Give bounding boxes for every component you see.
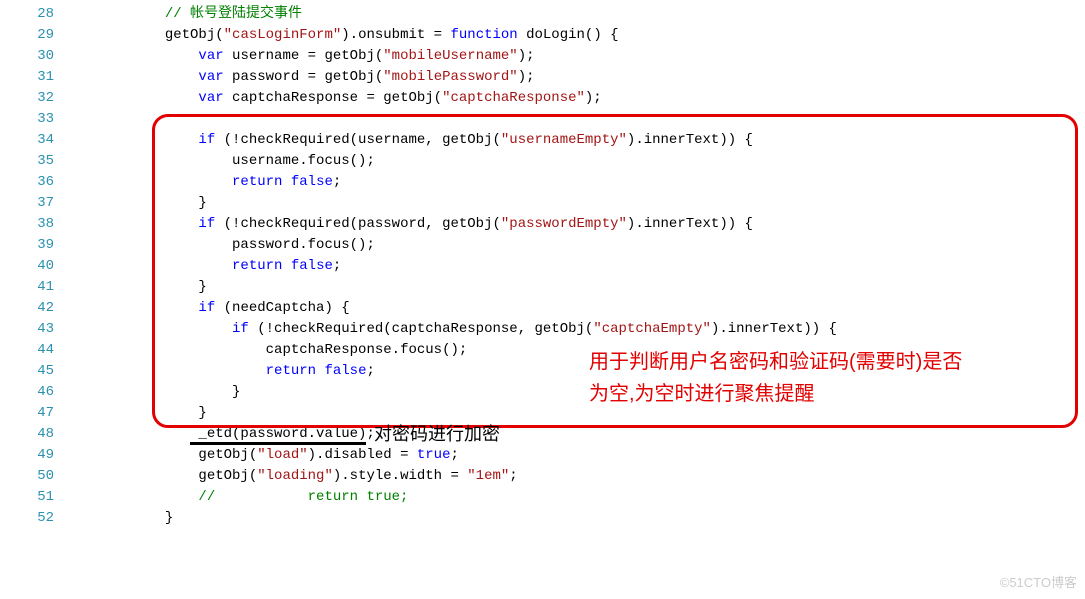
line-number: 33 (0, 109, 54, 130)
string-literal: "mobileUsername" (383, 48, 517, 64)
code-line[interactable]: if (!checkRequired(username, getObj("use… (64, 130, 1085, 151)
keyword: if (198, 216, 215, 232)
line-number: 52 (0, 508, 54, 529)
code-line[interactable]: } (64, 508, 1085, 529)
code-line[interactable]: getObj("loading").style.width = "1em"; (64, 466, 1085, 487)
line-number: 29 (0, 25, 54, 46)
string-literal: "loading" (257, 468, 333, 484)
string-literal: "mobilePassword" (383, 69, 517, 85)
code-area[interactable]: // 帐号登陆提交事件 getObj("casLoginForm").onsub… (64, 0, 1085, 599)
keyword: var (198, 48, 223, 64)
line-number: 37 (0, 193, 54, 214)
string-literal: "captchaResponse" (442, 90, 585, 106)
code-line[interactable]: getObj("casLoginForm").onsubmit = functi… (64, 25, 1085, 46)
comment: // 帐号登陆提交事件 (165, 6, 302, 22)
code-line[interactable]: return false; (64, 172, 1085, 193)
line-number: 49 (0, 445, 54, 466)
code-line[interactable]: if (!checkRequired(captchaResponse, getO… (64, 319, 1085, 340)
keyword: if (232, 321, 249, 337)
string-literal: "captchaEmpty" (593, 321, 711, 337)
string-literal: "load" (257, 447, 307, 463)
code-line[interactable]: if (!checkRequired(password, getObj("pas… (64, 214, 1085, 235)
string-literal: "1em" (467, 468, 509, 484)
line-number: 28 (0, 4, 54, 25)
code-editor[interactable]: 28 29 30 31 32 33 34 35 36 37 38 39 40 4… (0, 0, 1085, 599)
keyword: return (232, 174, 282, 190)
code-line[interactable]: username.focus(); (64, 151, 1085, 172)
code-line[interactable]: var username = getObj("mobileUsername"); (64, 46, 1085, 67)
code-line[interactable]: } (64, 193, 1085, 214)
code-line[interactable]: _etd(password.value); (64, 424, 1085, 445)
keyword: false (291, 174, 333, 190)
line-number: 30 (0, 46, 54, 67)
comment: // return true; (198, 489, 408, 505)
line-number: 39 (0, 235, 54, 256)
keyword: var (198, 69, 223, 85)
code-line[interactable]: if (needCaptcha) { (64, 298, 1085, 319)
keyword: function (450, 27, 517, 43)
code-line[interactable]: return false; (64, 256, 1085, 277)
line-number: 42 (0, 298, 54, 319)
line-number: 36 (0, 172, 54, 193)
line-number: 32 (0, 88, 54, 109)
code-line[interactable]: password.focus(); (64, 235, 1085, 256)
string-literal: "passwordEmpty" (501, 216, 627, 232)
code-line[interactable] (64, 109, 1085, 130)
line-number-gutter: 28 29 30 31 32 33 34 35 36 37 38 39 40 4… (0, 0, 64, 599)
line-number: 45 (0, 361, 54, 382)
line-number: 48 (0, 424, 54, 445)
keyword: if (198, 300, 215, 316)
line-number: 46 (0, 382, 54, 403)
line-number: 44 (0, 340, 54, 361)
line-number: 38 (0, 214, 54, 235)
line-number: 34 (0, 130, 54, 151)
code-line[interactable]: // return true; (64, 487, 1085, 508)
keyword: false (291, 258, 333, 274)
code-line[interactable]: } (64, 403, 1085, 424)
code-line[interactable]: captchaResponse.focus(); (64, 340, 1085, 361)
keyword: false (324, 363, 366, 379)
string-literal: "casLoginForm" (224, 27, 342, 43)
code-line[interactable]: // 帐号登陆提交事件 (64, 4, 1085, 25)
string-literal: "usernameEmpty" (501, 132, 627, 148)
code-line[interactable]: } (64, 382, 1085, 403)
line-number: 47 (0, 403, 54, 424)
code-line[interactable]: var captchaResponse = getObj("captchaRes… (64, 88, 1085, 109)
line-number: 41 (0, 277, 54, 298)
code-line[interactable]: getObj("load").disabled = true; (64, 445, 1085, 466)
code-line[interactable]: var password = getObj("mobilePassword"); (64, 67, 1085, 88)
code-line[interactable]: } (64, 277, 1085, 298)
line-number: 50 (0, 466, 54, 487)
line-number: 51 (0, 487, 54, 508)
keyword: true (417, 447, 451, 463)
keyword: return (232, 258, 282, 274)
line-number: 43 (0, 319, 54, 340)
line-number: 31 (0, 67, 54, 88)
keyword: return (266, 363, 316, 379)
code-line[interactable]: return false; (64, 361, 1085, 382)
line-number: 35 (0, 151, 54, 172)
line-number: 40 (0, 256, 54, 277)
keyword: if (198, 132, 215, 148)
keyword: var (198, 90, 223, 106)
